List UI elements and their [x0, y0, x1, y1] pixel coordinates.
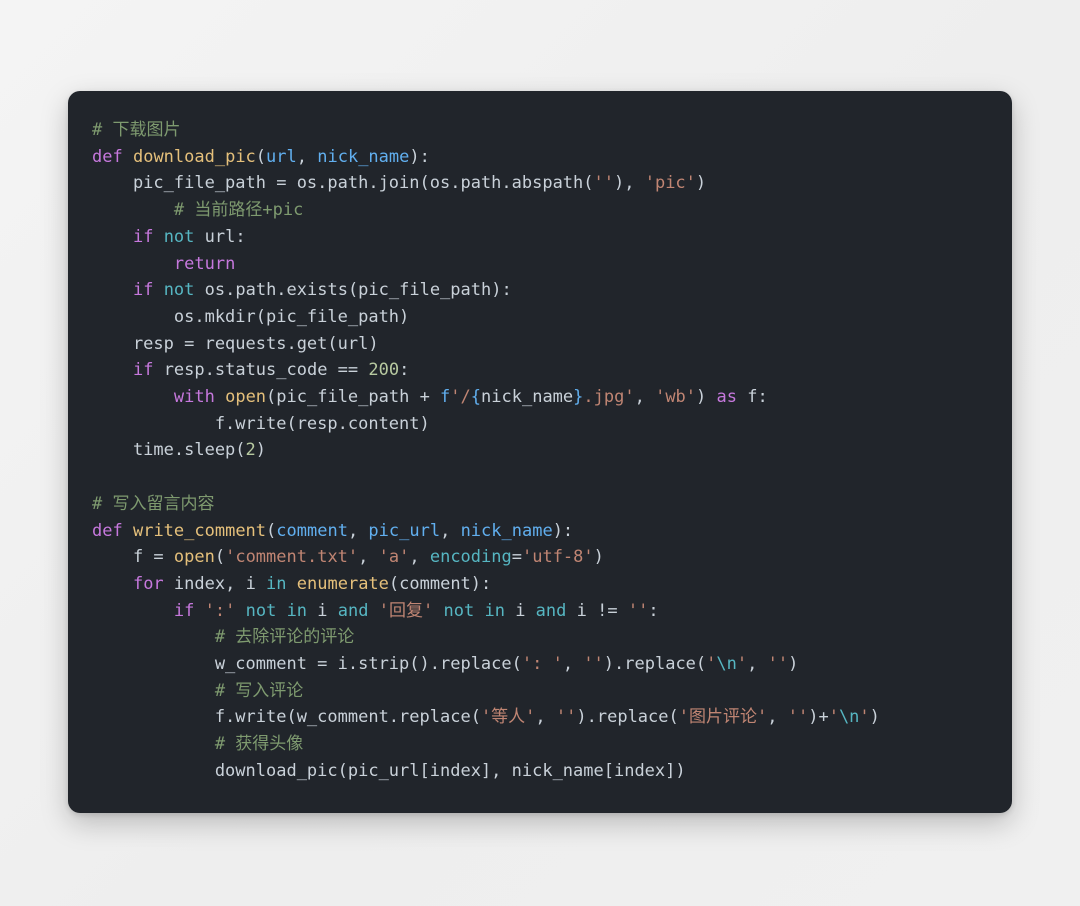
code-line: os.mkdir(pic_file_path) [92, 306, 410, 327]
comment-token: # 去除评论的评论 [214, 627, 355, 648]
code-line: # 获得头像 [92, 731, 988, 758]
code-line: if not os.path.exists(pic_file_path): [132, 280, 512, 301]
comment-token: # 写入评论 [214, 680, 304, 701]
code-line: # 当前路径+pic [92, 197, 988, 224]
code-line: if not url: [132, 226, 246, 247]
code-line: return [173, 253, 236, 274]
comment-token: # 当前路径+pic [132, 200, 304, 221]
code-line: if resp.status_code == 200: [132, 360, 410, 381]
code-line: with open(pic_file_path + f'/{nick_name}… [173, 387, 768, 408]
code-line: # 去除评论的评论 [92, 624, 988, 651]
code-body: # 下载图片 def download_pic(url, nick_name): … [68, 91, 1012, 809]
comment-token: # 下载图片 [92, 120, 181, 140]
code-line: for index, i in enumerate(comment): [132, 573, 492, 594]
comment-token: # 写入留言内容 [92, 493, 215, 514]
code-line: # 写入评论 [92, 678, 988, 705]
code-line: download_pic(pic_url[index], nick_name[i… [92, 760, 686, 781]
code-block[interactable]: # 下载图片 def download_pic(url, nick_name): … [92, 117, 988, 785]
code-line: # 下载图片 [92, 117, 988, 144]
screenshot-canvas: # 下载图片 def download_pic(url, nick_name): … [0, 0, 1080, 906]
code-line: def write_comment(comment, pic_url, nick… [92, 520, 574, 541]
code-line: pic_file_path = os.path.join(os.path.abs… [92, 173, 707, 194]
code-line: resp = requests.get(url) [92, 333, 379, 354]
code-card: # 下载图片 def download_pic(url, nick_name): … [68, 91, 1012, 813]
code-line: # 写入留言内容 [92, 491, 988, 518]
code-line: f.write(w_comment.replace('等人', '').repl… [92, 707, 880, 728]
code-line: f.write(resp.content) [92, 413, 430, 434]
code-line: if ':' not in i and '回复' not in i and i … [173, 600, 659, 621]
code-line: w_comment = i.strip().replace(': ', '').… [92, 654, 799, 675]
code-line: time.sleep(2) [92, 440, 267, 461]
code-line: f = open('comment.txt', 'a', encoding='u… [92, 547, 604, 568]
comment-token: # 获得头像 [214, 734, 304, 755]
code-line: def download_pic(url, nick_name): [92, 146, 430, 167]
